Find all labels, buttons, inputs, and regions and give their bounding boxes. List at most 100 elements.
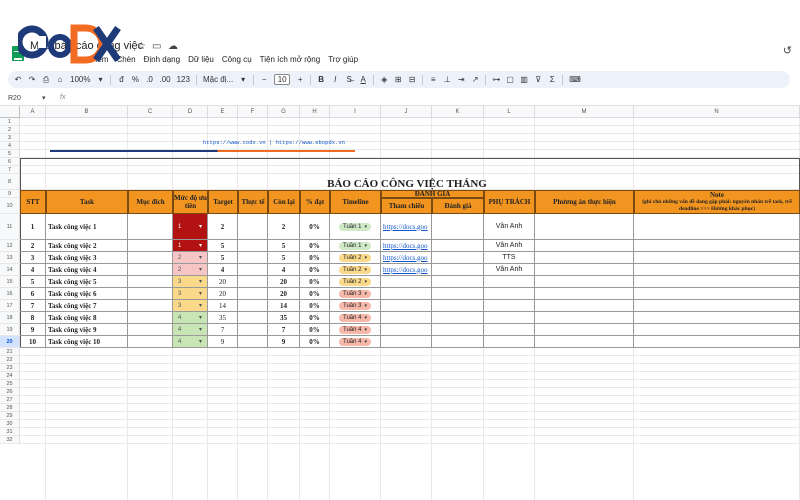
- menu-item[interactable]: Công cụ: [222, 55, 252, 64]
- row-header[interactable]: 27: [0, 396, 20, 404]
- task-actual[interactable]: [238, 240, 268, 252]
- undo-icon[interactable]: ↶: [14, 75, 22, 84]
- task-note[interactable]: [634, 324, 800, 336]
- task-actual[interactable]: [238, 336, 268, 348]
- align-horizontal-icon[interactable]: ≡: [429, 75, 437, 84]
- task-note[interactable]: [634, 312, 800, 324]
- task-reference[interactable]: [381, 336, 432, 348]
- task-purpose[interactable]: [128, 288, 173, 300]
- task-actual[interactable]: [238, 324, 268, 336]
- task-plan[interactable]: [535, 300, 634, 312]
- menu-item[interactable]: Dữ liệu: [188, 55, 214, 64]
- task-plan[interactable]: [535, 312, 634, 324]
- align-vertical-icon[interactable]: ⊥: [443, 75, 451, 84]
- priority-dropdown[interactable]: 2 ▾: [173, 252, 208, 264]
- task-owner[interactable]: [484, 324, 535, 336]
- redo-icon[interactable]: ↷: [28, 75, 36, 84]
- column-header[interactable]: J: [381, 106, 432, 118]
- priority-dropdown[interactable]: 3 ▾: [173, 300, 208, 312]
- text-color-button[interactable]: A: [359, 75, 367, 84]
- task-target[interactable]: 9: [208, 336, 238, 348]
- row-header[interactable]: 3: [0, 134, 20, 142]
- font-size-increase-icon[interactable]: +: [296, 75, 304, 84]
- row-header[interactable]: 24: [0, 372, 20, 380]
- priority-dropdown[interactable]: 4 ▾: [173, 324, 208, 336]
- input-tools-icon[interactable]: ⌨: [569, 75, 581, 84]
- font-select[interactable]: Mặc đị...: [203, 75, 233, 84]
- row-header[interactable]: 15: [0, 276, 20, 288]
- task-target[interactable]: 5: [208, 252, 238, 264]
- task-actual[interactable]: [238, 312, 268, 324]
- row-header[interactable]: 19: [0, 324, 20, 336]
- task-evaluation[interactable]: [432, 336, 484, 348]
- star-icon[interactable]: ☆: [137, 41, 146, 52]
- borders-icon[interactable]: ⊞: [394, 75, 402, 84]
- task-target[interactable]: 2: [208, 214, 238, 240]
- priority-dropdown[interactable]: 2 ▾: [173, 264, 208, 276]
- font-size-decrease-icon[interactable]: −: [260, 75, 268, 84]
- task-target[interactable]: 5: [208, 240, 238, 252]
- menu-item[interactable]: Định dạng: [144, 55, 180, 64]
- fill-color-icon[interactable]: ◈: [380, 75, 388, 84]
- row-header[interactable]: 18: [0, 312, 20, 324]
- column-header[interactable]: C: [128, 106, 173, 118]
- task-purpose[interactable]: [128, 312, 173, 324]
- chart-icon[interactable]: ▥: [520, 75, 528, 84]
- row-header[interactable]: 17: [0, 300, 20, 312]
- row-header[interactable]: 6: [0, 158, 20, 166]
- task-owner[interactable]: [484, 336, 535, 348]
- task-note[interactable]: [634, 240, 800, 252]
- name-box[interactable]: R20: [8, 95, 21, 102]
- zoom-select[interactable]: 100%: [70, 75, 90, 84]
- column-header[interactable]: G: [268, 106, 300, 118]
- timeline-dropdown[interactable]: Tuần 2 ▾: [339, 265, 371, 274]
- task-evaluation[interactable]: [432, 264, 484, 276]
- timeline-dropdown[interactable]: Tuần 3 ▾: [339, 289, 371, 298]
- timeline-dropdown[interactable]: Tuần 4 ▾: [339, 325, 371, 334]
- task-reference[interactable]: https://docs.goo: [381, 252, 432, 264]
- task-evaluation[interactable]: [432, 276, 484, 288]
- chevron-down-icon[interactable]: ▾: [239, 75, 247, 84]
- row-header[interactable]: 25: [0, 380, 20, 388]
- column-header[interactable]: H: [300, 106, 330, 118]
- row-header[interactable]: 11: [0, 214, 20, 240]
- task-plan[interactable]: [535, 276, 634, 288]
- column-header[interactable]: D: [173, 106, 208, 118]
- task-owner[interactable]: [484, 312, 535, 324]
- task-actual[interactable]: [238, 264, 268, 276]
- task-actual[interactable]: [238, 288, 268, 300]
- priority-dropdown[interactable]: 4 ▾: [173, 312, 208, 324]
- functions-button[interactable]: Σ: [548, 75, 556, 84]
- row-header[interactable]: 13: [0, 252, 20, 264]
- task-owner[interactable]: [484, 300, 535, 312]
- task-purpose[interactable]: [128, 252, 173, 264]
- timeline-dropdown[interactable]: Tuần 4 ▾: [339, 337, 371, 346]
- column-header[interactable]: K: [432, 106, 484, 118]
- task-purpose[interactable]: [128, 264, 173, 276]
- row-header[interactable]: 29: [0, 412, 20, 420]
- timeline-dropdown[interactable]: Tuần 1 ▾: [339, 241, 371, 250]
- task-purpose[interactable]: [128, 324, 173, 336]
- task-note[interactable]: [634, 336, 800, 348]
- row-header[interactable]: 16: [0, 288, 20, 300]
- task-actual[interactable]: [238, 252, 268, 264]
- task-plan[interactable]: [535, 264, 634, 276]
- decrease-decimal-button[interactable]: .0: [145, 75, 153, 84]
- percent-format-button[interactable]: %: [131, 75, 139, 84]
- task-note[interactable]: [634, 276, 800, 288]
- task-reference[interactable]: [381, 276, 432, 288]
- task-target[interactable]: 4: [208, 264, 238, 276]
- chevron-down-icon[interactable]: ▾: [96, 75, 104, 84]
- merge-cells-icon[interactable]: ⊟: [408, 75, 416, 84]
- column-header[interactable]: E: [208, 106, 238, 118]
- timeline-dropdown[interactable]: Tuần 3 ▾: [339, 301, 371, 310]
- row-header[interactable]: 28: [0, 404, 20, 412]
- strikethrough-icon[interactable]: S̶: [345, 75, 353, 84]
- task-plan[interactable]: [535, 324, 634, 336]
- task-reference[interactable]: [381, 312, 432, 324]
- priority-dropdown[interactable]: 3 ▾: [173, 276, 208, 288]
- task-owner[interactable]: [484, 288, 535, 300]
- task-purpose[interactable]: [128, 240, 173, 252]
- bold-button[interactable]: B: [317, 75, 325, 84]
- row-header[interactable]: 14: [0, 264, 20, 276]
